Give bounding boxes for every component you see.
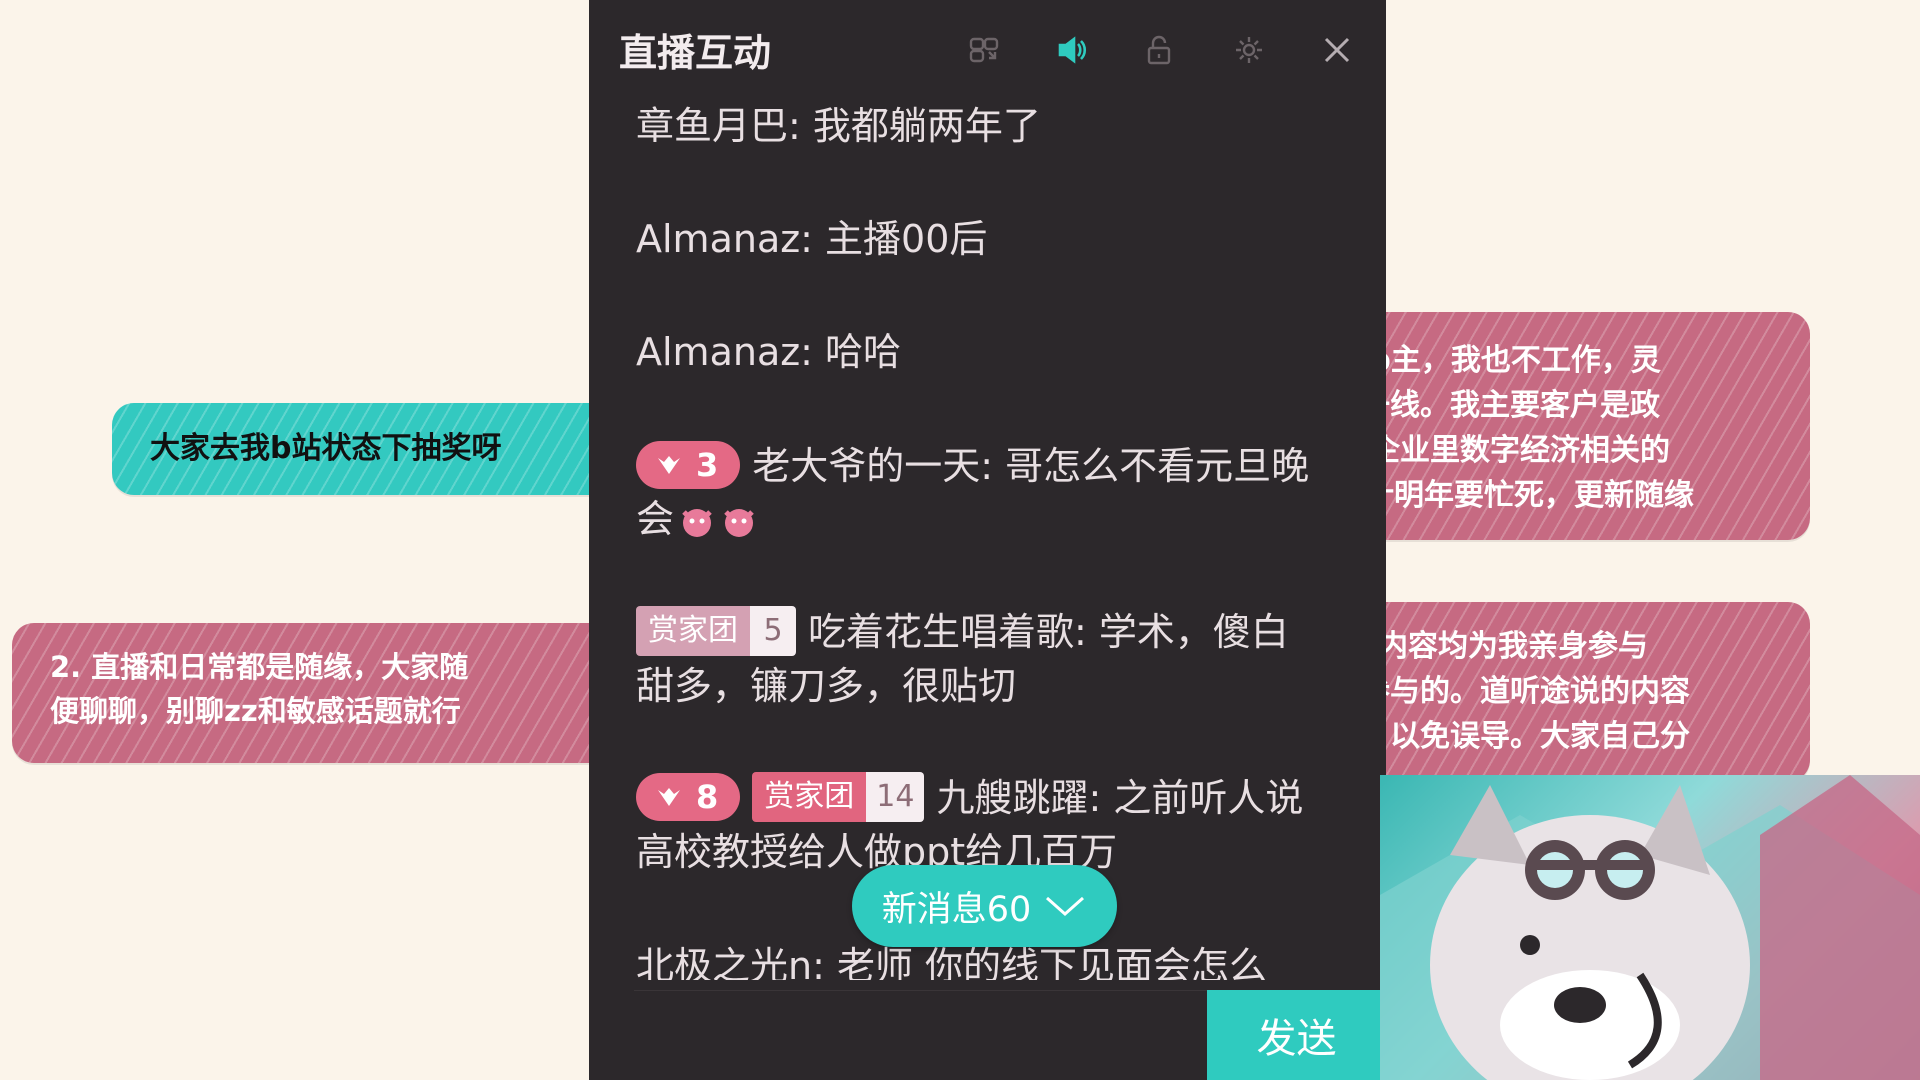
new-messages-button[interactable]: 新消息60: [852, 865, 1117, 947]
note-about-line: up主，我也不工作，灵: [1348, 343, 1661, 378]
note-about: up主，我也不工作，灵 一线。我主要客户是政 企业里数字经济相关的 计明年要忙死…: [1340, 312, 1810, 540]
chat-message: 章鱼月巴: 我都躺两年了: [636, 100, 1326, 152]
settings-button[interactable]: [1229, 30, 1269, 70]
fan-medal[interactable]: 赏家团 5: [636, 605, 796, 656]
speaker-icon: [1058, 36, 1087, 64]
pip-button[interactable]: [964, 30, 1004, 70]
chat-message-text: Almanaz: 主播00后: [636, 217, 988, 261]
guard-heart-icon: [658, 455, 680, 474]
speaker-button[interactable]: [1051, 30, 1091, 70]
note-disclaimer-line: 以免误导。大家自己分: [1390, 719, 1690, 754]
note-rules-line: 2. 直播和日常都是随缘，大家随: [50, 650, 469, 684]
note-disclaimer-line: 新内容均为我亲身参与: [1348, 629, 1648, 664]
chat-input-row: 发送: [589, 990, 1386, 1080]
note-rules: 2. 直播和日常都是随缘，大家随 便聊聊，别聊zz和敏感话题就行: [12, 623, 622, 763]
fan-medal-level: 14: [866, 771, 925, 822]
new-messages-label: 新消息60: [881, 889, 1032, 930]
chat-message-text: 章鱼月巴: 我都躺两年了: [636, 104, 1041, 148]
guard-heart-icon: [658, 787, 680, 806]
chat-message: 8 赏家团 14 九艘跳躍: 之前听人说高校教授给人做ppt给几百万: [636, 771, 1326, 878]
lock-icon: [1147, 35, 1171, 65]
live-interaction-panel: 直播互动 章鱼月巴: 我都躺两年了 Almanaz: 主播00后 Almanaz…: [589, 0, 1386, 1080]
gear-icon: [1236, 37, 1262, 63]
fan-medal-name: 赏家团: [752, 771, 867, 822]
close-icon: [1324, 37, 1350, 63]
chevron-down-icon: [1046, 896, 1085, 917]
lock-button[interactable]: [1139, 30, 1179, 70]
fan-medal-name: 赏家团: [636, 605, 750, 656]
chat-message: 赏家团 5 吃着花生唱着歌: 学术，傻白甜多，镰刀多，很贴切: [636, 605, 1326, 712]
pip-icon: [969, 37, 999, 63]
fan-medal-level: 5: [750, 605, 796, 656]
cat-emoji-icon: [682, 509, 712, 537]
close-button[interactable]: [1317, 30, 1357, 70]
note-about-line: 一线。我主要客户是政: [1360, 388, 1660, 423]
guard-badge: 3: [636, 440, 741, 489]
guard-level: 8: [696, 777, 719, 816]
note-lottery: 大家去我b站状态下抽奖呀: [112, 403, 622, 495]
chat-message-text: 北极之光n: 老师 你的线下见面会怎么: [636, 944, 1268, 980]
note-lottery-text: 大家去我b站状态下抽奖呀: [150, 431, 502, 466]
cat-emoji-icon: [724, 509, 754, 537]
guard-badge: 8: [636, 772, 741, 821]
note-disclaimer: 新内容均为我亲身参与 参与的。道听途说的内容 以免误导。大家自己分: [1340, 602, 1810, 782]
husky-avatar-image: [1380, 775, 1920, 1080]
divider: [634, 990, 1294, 991]
panel-title: 直播互动: [619, 31, 772, 75]
danmaku-list[interactable]: 章鱼月巴: 我都躺两年了 Almanaz: 主播00后 Almanaz: 哈哈 …: [636, 100, 1326, 980]
note-about-line: 企业里数字经济相关的: [1370, 433, 1670, 468]
chat-message-text: Almanaz: 哈哈: [636, 330, 902, 374]
guard-level: 3: [696, 445, 719, 484]
chat-message: 3 老大爷的一天: 哥怎么不看元旦晚会: [636, 440, 1326, 545]
note-about-line: 计明年要忙死，更新随缘: [1364, 478, 1694, 513]
send-button[interactable]: 发送: [1207, 990, 1386, 1080]
note-disclaimer-line: 参与的。道听途说的内容: [1360, 674, 1690, 709]
note-rules-line: 便聊聊，别聊zz和敏感话题就行: [50, 694, 461, 728]
streamer-camera-image: [1380, 775, 1920, 1080]
chat-message: Almanaz: 哈哈: [636, 326, 1326, 378]
chat-message: Almanaz: 主播00后: [636, 213, 1326, 265]
fan-medal[interactable]: 赏家团 14: [752, 771, 925, 822]
